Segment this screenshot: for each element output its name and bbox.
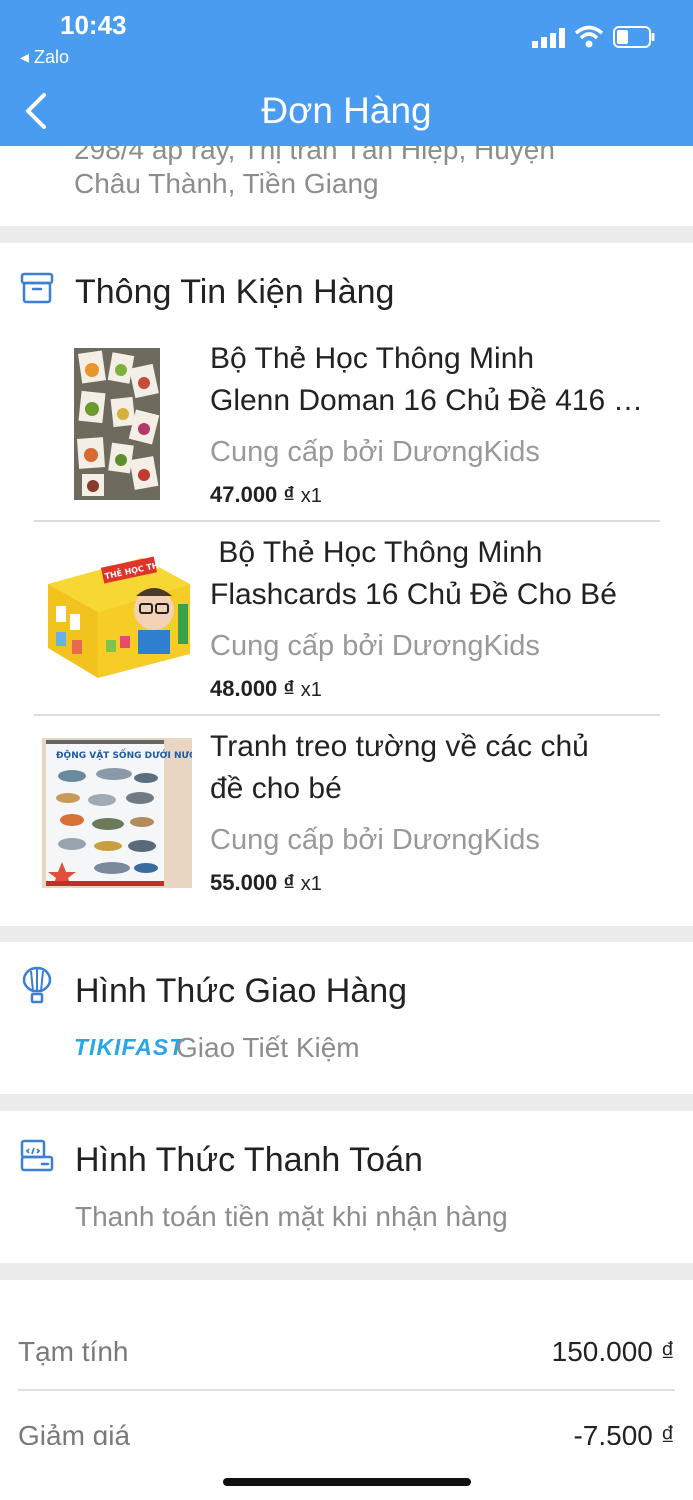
header-bar: 10:43 ◂ Zalo Đơn Hàng [0, 0, 693, 146]
subtotal-label: Tạm tính [18, 1336, 129, 1367]
product-thumbnail-flashcards [74, 348, 160, 500]
product-thumbnail-flashcard-box: THẺ HỌC THÔNG MINH [42, 544, 192, 686]
discount-value: -7.500 ₫ [573, 1420, 675, 1445]
item-quantity: x1 [300, 873, 322, 895]
back-to-app-link[interactable]: ◂ Zalo [20, 47, 69, 68]
summary-divider [18, 1389, 675, 1391]
discount-label: Giảm giá [18, 1420, 131, 1445]
item-quantity: x1 [300, 485, 322, 507]
page-title: Đơn Hàng [261, 90, 432, 131]
item-price-value: 47.000 ₫ [210, 482, 295, 507]
item-price: 48.000 ₫ x1 [210, 676, 322, 702]
item-name-line-2: Flashcards 16 Chủ Đề Cho Bé [210, 578, 617, 611]
item-quantity: x1 [300, 679, 322, 701]
package-section-title: Thông Tin Kiện Hàng [75, 273, 395, 311]
status-time: 10:43 [60, 10, 127, 40]
item-seller: Cung cấp bởi DươngKids [210, 824, 540, 856]
shipping-method: Giao Tiết Kiệm [176, 1032, 360, 1063]
item-name-line-2: đề cho bé [210, 772, 342, 805]
item-name-line-1: Bộ Thẻ Học Thông Minh [210, 342, 535, 375]
payment-method: Thanh toán tiền mặt khi nhận hàng [75, 1201, 508, 1232]
payment-terminal-icon [20, 1139, 54, 1172]
tikifast-logo: TIKIFAST [74, 1034, 185, 1060]
item-price-value: 55.000 ₫ [210, 870, 295, 895]
item-name-line-1: Tranh treo tường về các chủ [210, 730, 589, 763]
delivery-balloon-icon [22, 966, 52, 1004]
summary-card: Tạm tính 150.000 ₫ Giảm giá -7.500 ₫ [0, 1280, 693, 1445]
bottom-safe-area [0, 1445, 693, 1500]
order-item[interactable]: Bộ Thẻ Học Thông Minh Glenn Doman 16 Chủ… [0, 326, 693, 520]
item-seller: Cung cấp bởi DươngKids [210, 436, 540, 468]
address-line-2: Châu Thành, Tiền Giang [74, 168, 379, 199]
item-price: 55.000 ₫ x1 [210, 870, 322, 896]
item-seller: Cung cấp bởi DươngKids [210, 630, 540, 662]
shipping-section-title: Hình Thức Giao Hàng [75, 972, 408, 1010]
battery-icon [613, 26, 655, 48]
payment-card: Hình Thức Thanh Toán Thanh toán tiền mặt… [0, 1111, 693, 1263]
package-box-icon [20, 272, 54, 304]
item-name-line-1: Bộ Thẻ Học Thông Minh [210, 536, 543, 569]
subtotal-value: 150.000 ₫ [551, 1336, 675, 1367]
order-item[interactable]: ĐỘNG VẬT SỐNG DƯỚI NƯỚC Tranh treo tường… [0, 714, 693, 908]
payment-section-title: Hình Thức Thanh Toán [75, 1141, 423, 1179]
order-item[interactable]: THẺ HỌC THÔNG MINH Bộ Thẻ Học Thông Minh… [0, 520, 693, 714]
address-card: 298/4 ấp rẫy, Thị trấn Tân Hiệp, Huyện C… [0, 146, 693, 226]
product-thumbnail-wall-poster: ĐỘNG VẬT SỐNG DƯỚI NƯỚC [42, 738, 192, 888]
address-line-1: 298/4 ấp rẫy, Thị trấn Tân Hiệp, Huyện [74, 146, 555, 165]
item-name-line-2: Glenn Doman 16 Chủ Đề 416 Thẻ [210, 384, 650, 417]
item-price: 47.000 ₫ x1 [210, 482, 322, 508]
item-price-value: 48.000 ₫ [210, 676, 295, 701]
shipping-card: Hình Thức Giao Hàng TIKIFAST Giao Tiết K… [0, 942, 693, 1094]
home-indicator[interactable] [223, 1478, 471, 1486]
signal-icon [532, 28, 565, 48]
wifi-icon [574, 25, 604, 48]
